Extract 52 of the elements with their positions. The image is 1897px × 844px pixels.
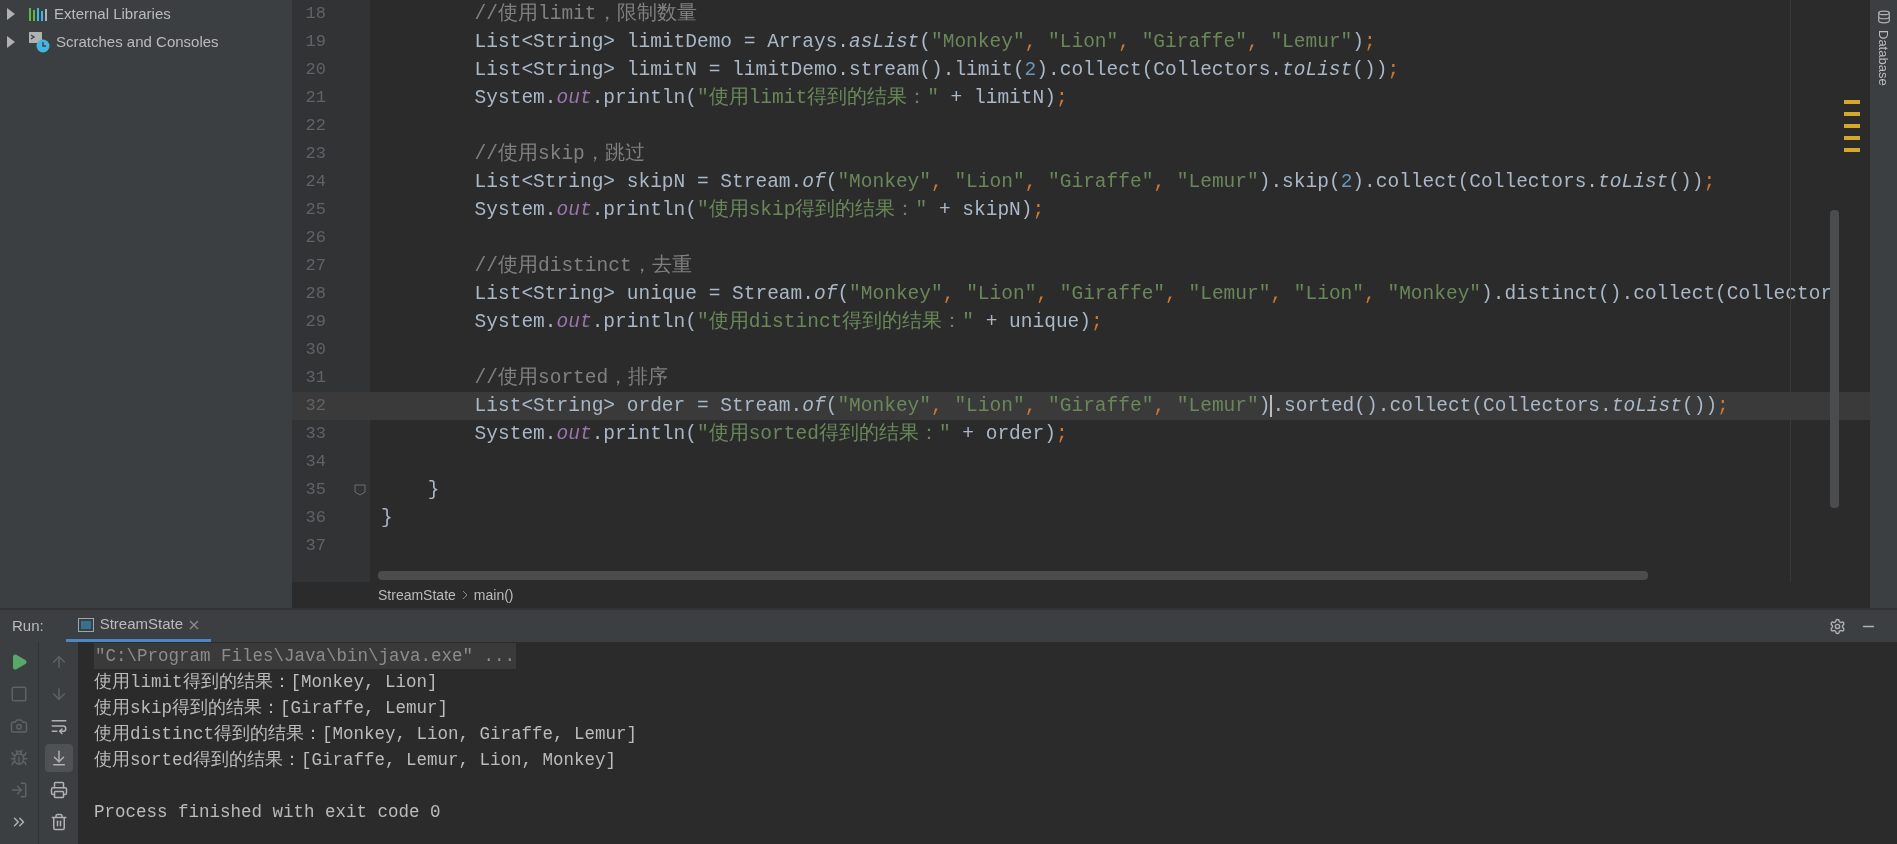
console-icon [77, 617, 94, 632]
print-icon [49, 781, 68, 799]
tree-item-label: External Libraries [54, 3, 171, 24]
database-icon[interactable] [1876, 10, 1891, 24]
console-command: "C:\Program Files\Java\bin\java.exe" ... [94, 642, 517, 670]
bug-icon [10, 749, 28, 767]
console-output: 使用distinct得到的结果：[Monkey, Lion, Giraffe, Lemur] [94, 722, 638, 746]
soft-wrap-icon [49, 717, 68, 735]
tree-item-label: Scratches and Consoles [56, 31, 219, 52]
code-line: //使用limit，限制数量 [473, 1, 697, 27]
code-line: System.out.println("使用distinct得到的结果：" + unique); [473, 309, 1103, 335]
run-icon [10, 653, 28, 671]
run-tab-label: StreamState [99, 614, 184, 635]
code-line: //使用skip，跳过 [473, 141, 645, 167]
scroll-to-end-button[interactable] [44, 744, 73, 772]
stop-icon [10, 685, 28, 703]
console-output: 使用sorted得到的结果：[Giraffe, Lemur, Lion, Monkey] [94, 748, 617, 772]
breadcrumb[interactable]: StreamState [378, 584, 456, 606]
scratches-icon [28, 31, 50, 53]
code-line: } [426, 478, 440, 503]
run-label: Run: [11, 615, 45, 636]
camera-icon [10, 717, 28, 735]
code-line: //使用sorted，排序 [473, 365, 669, 391]
breadcrumb[interactable]: main() [473, 584, 514, 606]
database-tab[interactable]: Database [1873, 30, 1894, 86]
vertical-scrollbar[interactable] [1830, 210, 1839, 508]
fold-icon[interactable] [354, 484, 366, 496]
code-line: List<String> order = Stream.of("Monkey", "Lion", "Giraffe", "Lemur").sorted().collect(Collectors.toList()); [473, 393, 1729, 419]
chevron-icon [461, 590, 468, 600]
close-icon[interactable] [189, 619, 200, 630]
settings-icon[interactable] [1829, 617, 1846, 635]
code-line: List<String> unique = Stream.of("Monkey", "Lion", "Giraffe", "Lemur", "Lion", "Monkey").distinct().collect(Collector [473, 282, 1833, 307]
code-line: System.out.println("使用limit得到的结果：" + limitN); [473, 85, 1068, 111]
code-line: List<String> skipN = Stream.of("Monkey", "Lion", "Giraffe", "Lemur").skip(2).collect(Collectors.toList()); [473, 170, 1716, 195]
code-line: List<String> limitN = limitDemo.stream().limit(2).collect(Collectors.toList()); [473, 58, 1400, 83]
library-icon [28, 6, 48, 22]
code-line: //使用distinct，去重 [473, 253, 692, 279]
code-line: System.out.println("使用skip得到的结果：" + skipN); [473, 197, 1045, 223]
console-output: 使用skip得到的结果：[Giraffe, Lemur] [94, 696, 449, 720]
horizontal-scrollbar[interactable] [378, 571, 1648, 580]
code-line: List<String> limitDemo = Arrays.asList("Monkey", "Lion", "Giraffe", "Lemur"); [473, 30, 1376, 55]
exit-icon [10, 781, 28, 799]
console-output: Process finished with exit code 0 [94, 800, 441, 824]
code-line: } [381, 506, 393, 531]
collapsed-arrow-icon[interactable] [6, 36, 16, 48]
code-line: System.out.println("使用sorted得到的结果：" + order); [473, 421, 1068, 447]
collapsed-arrow-icon[interactable] [6, 8, 16, 20]
console-output: 使用limit得到的结果：[Monkey, Lion] [94, 670, 438, 694]
trash-icon [49, 813, 68, 831]
error-stripe [1844, 100, 1860, 152]
tree-item[interactable]: External Libraries [0, 0, 292, 28]
tree-item[interactable]: Scratches and Consoles [0, 28, 292, 56]
